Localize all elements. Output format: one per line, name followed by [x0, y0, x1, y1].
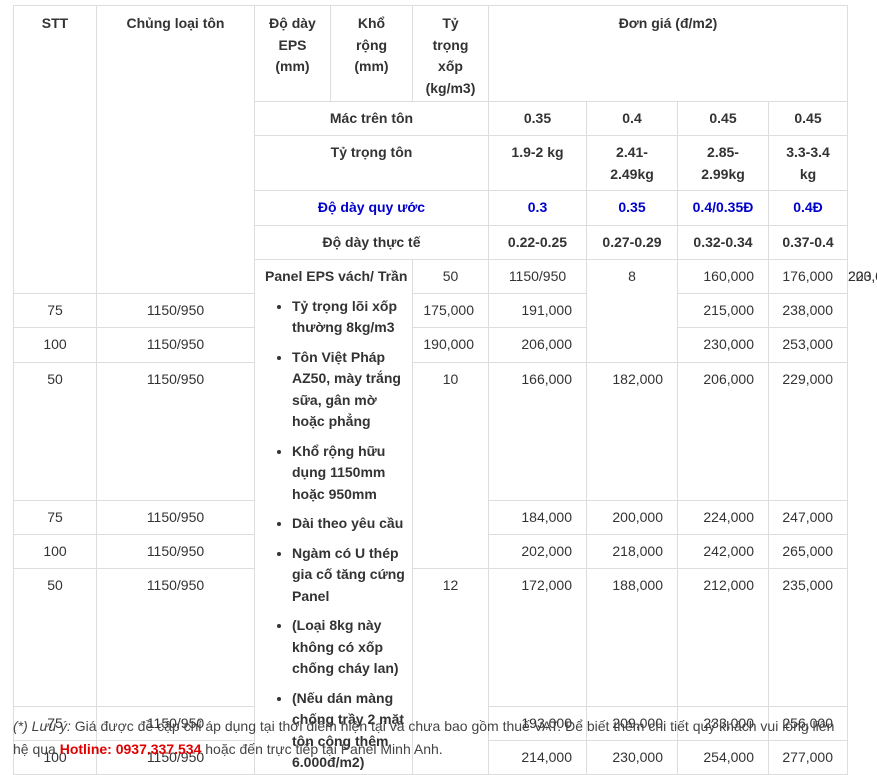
price-cell: 224,000	[677, 499, 769, 535]
price-cell: 247,000	[768, 499, 848, 535]
width-cell: 1150/950	[96, 499, 255, 535]
price-cell: 172,000	[488, 567, 587, 707]
price-cell: 202,000	[488, 533, 587, 569]
spec-value: 0.45	[768, 101, 848, 136]
price-cell: 166,000	[488, 362, 587, 501]
table-row: 75 1150/950 175,000 191,000 215,000 238,000	[13, 293, 848, 328]
note-prefix: (*) Lưu ý:	[13, 718, 71, 734]
spec-value: 0.32-0.34	[677, 225, 769, 260]
price-cell: 253,000	[768, 327, 848, 363]
spec-value: 3.3-3.4 kg	[768, 135, 848, 191]
price-cell: 184,000	[488, 499, 587, 535]
header-width: Khổ rộng (mm)	[330, 5, 413, 102]
spec-label: Độ dày quy ước	[254, 190, 489, 226]
thickness-cell: 100	[13, 327, 97, 363]
price-note: (*) Lưu ý: Giá được đề cập chỉ áp dụng t…	[13, 715, 843, 761]
price-cell: 176,000	[768, 259, 848, 294]
table-row: 50 1150/950 10 166,000 182,000 206,000 229,000	[13, 362, 848, 569]
table-row: 50 1150/950 12 172,000 188,000 212,000 235,000	[13, 567, 848, 775]
table-row: 100 1150/950 190,000 206,000 230,000 253,000	[13, 327, 848, 363]
thickness-cell: 50	[13, 567, 97, 707]
spec-value: 0.3	[488, 190, 587, 226]
width-cell: 1150/950	[96, 533, 255, 569]
density-cell: 10	[412, 362, 489, 569]
price-cell: 230,000	[677, 327, 769, 363]
spec-label: Độ dày thực tế	[254, 225, 489, 260]
spec-label: Mác trên tôn	[254, 101, 489, 136]
feature-item: Tỷ trọng lõi xốp thường 8kg/m3	[292, 296, 412, 339]
spec-value: 0.4/0.35Đ	[677, 190, 769, 226]
product-title: Panel EPS vách/ Trần	[265, 268, 408, 284]
density-cell: 8	[586, 259, 678, 363]
spec-value: 0.27-0.29	[586, 225, 678, 260]
price-cell: 265,000	[768, 533, 848, 569]
price-cell: 215,000	[677, 293, 769, 328]
thickness-cell: 100	[13, 533, 97, 569]
price-cell: 190,000	[412, 327, 489, 363]
price-cell: 218,000	[586, 533, 678, 569]
hotline-link[interactable]: Hotline: 0937.337.534	[60, 741, 202, 757]
price-cell: 200,000	[586, 499, 678, 535]
spec-value: 1.9-2 kg	[488, 135, 587, 191]
price-cell: 191,000	[488, 293, 587, 328]
thickness-cell: 75	[13, 499, 97, 535]
header-price: Đơn giá (đ/m2)	[488, 5, 848, 102]
header-stt: STT	[13, 5, 97, 294]
feature-item: (Loại 8kg này không có xốp chống cháy la…	[292, 615, 412, 680]
price-table: STT Chủng loại tôn Độ dày EPS (mm) Khổ rộng…	[13, 5, 877, 775]
product-cell: Panel EPS vách/ Trần Tỷ trọng lõi xốp thư…	[254, 259, 413, 775]
header-thickness: Độ dày EPS (mm)	[254, 5, 331, 102]
spec-value: 2.85- 2.99kg	[677, 135, 769, 191]
price-cell: 242,000	[677, 533, 769, 569]
width-cell: 1150/950	[96, 327, 255, 363]
price-cell: 235,000	[768, 567, 848, 707]
width-cell: 1150/950	[96, 567, 255, 707]
feature-list: Tỷ trọng lõi xốp thường 8kg/m3 Tôn Việt P…	[265, 296, 412, 774]
thickness-cell: 50	[412, 259, 489, 294]
spec-value: 0.4	[586, 101, 678, 136]
width-cell: 1150/950	[96, 362, 255, 501]
price-cell: 188,000	[586, 567, 678, 707]
spec-value: 0.35	[586, 190, 678, 226]
price-cell: 206,000	[677, 362, 769, 501]
spec-label: Tỷ trọng tôn	[254, 135, 489, 191]
price-cell: 238,000	[768, 293, 848, 328]
spec-value: 0.45	[677, 101, 769, 136]
spec-value: 2.41- 2.49kg	[586, 135, 678, 191]
feature-item: Dài theo yêu cầu	[292, 513, 412, 535]
thickness-cell: 75	[13, 293, 97, 328]
price-cell: 182,000	[586, 362, 678, 501]
spec-value: 0.37-0.4	[768, 225, 848, 260]
feature-item: Khổ rộng hữu dụng 1150mm hoặc 950mm	[292, 441, 412, 506]
width-cell: 1150/950	[488, 259, 587, 294]
price-cell: 229,000	[768, 362, 848, 501]
spec-value: 0.35	[488, 101, 587, 136]
note-suffix: hoặc đến trực tiếp tại Panel Minh Anh.	[201, 741, 443, 757]
thickness-cell: 50	[13, 362, 97, 501]
header-density: Tỷ trọng xốp (kg/m3)	[412, 5, 489, 102]
feature-item: Tôn Việt Pháp AZ50, mày trắng sữa, gân m…	[292, 347, 412, 433]
price-cell: 160,000	[677, 259, 769, 294]
width-cell: 1150/950	[96, 293, 255, 328]
spec-value: 0.22-0.25	[488, 225, 587, 260]
feature-item: Ngàm có U thép gia cố tăng cứng Panel	[292, 543, 412, 608]
spec-value: 0.4Đ	[768, 190, 848, 226]
price-cell: 212,000	[677, 567, 769, 707]
price-cell: 206,000	[488, 327, 587, 363]
price-cell: 175,000	[412, 293, 489, 328]
header-type: Chủng loại tôn	[96, 5, 255, 294]
